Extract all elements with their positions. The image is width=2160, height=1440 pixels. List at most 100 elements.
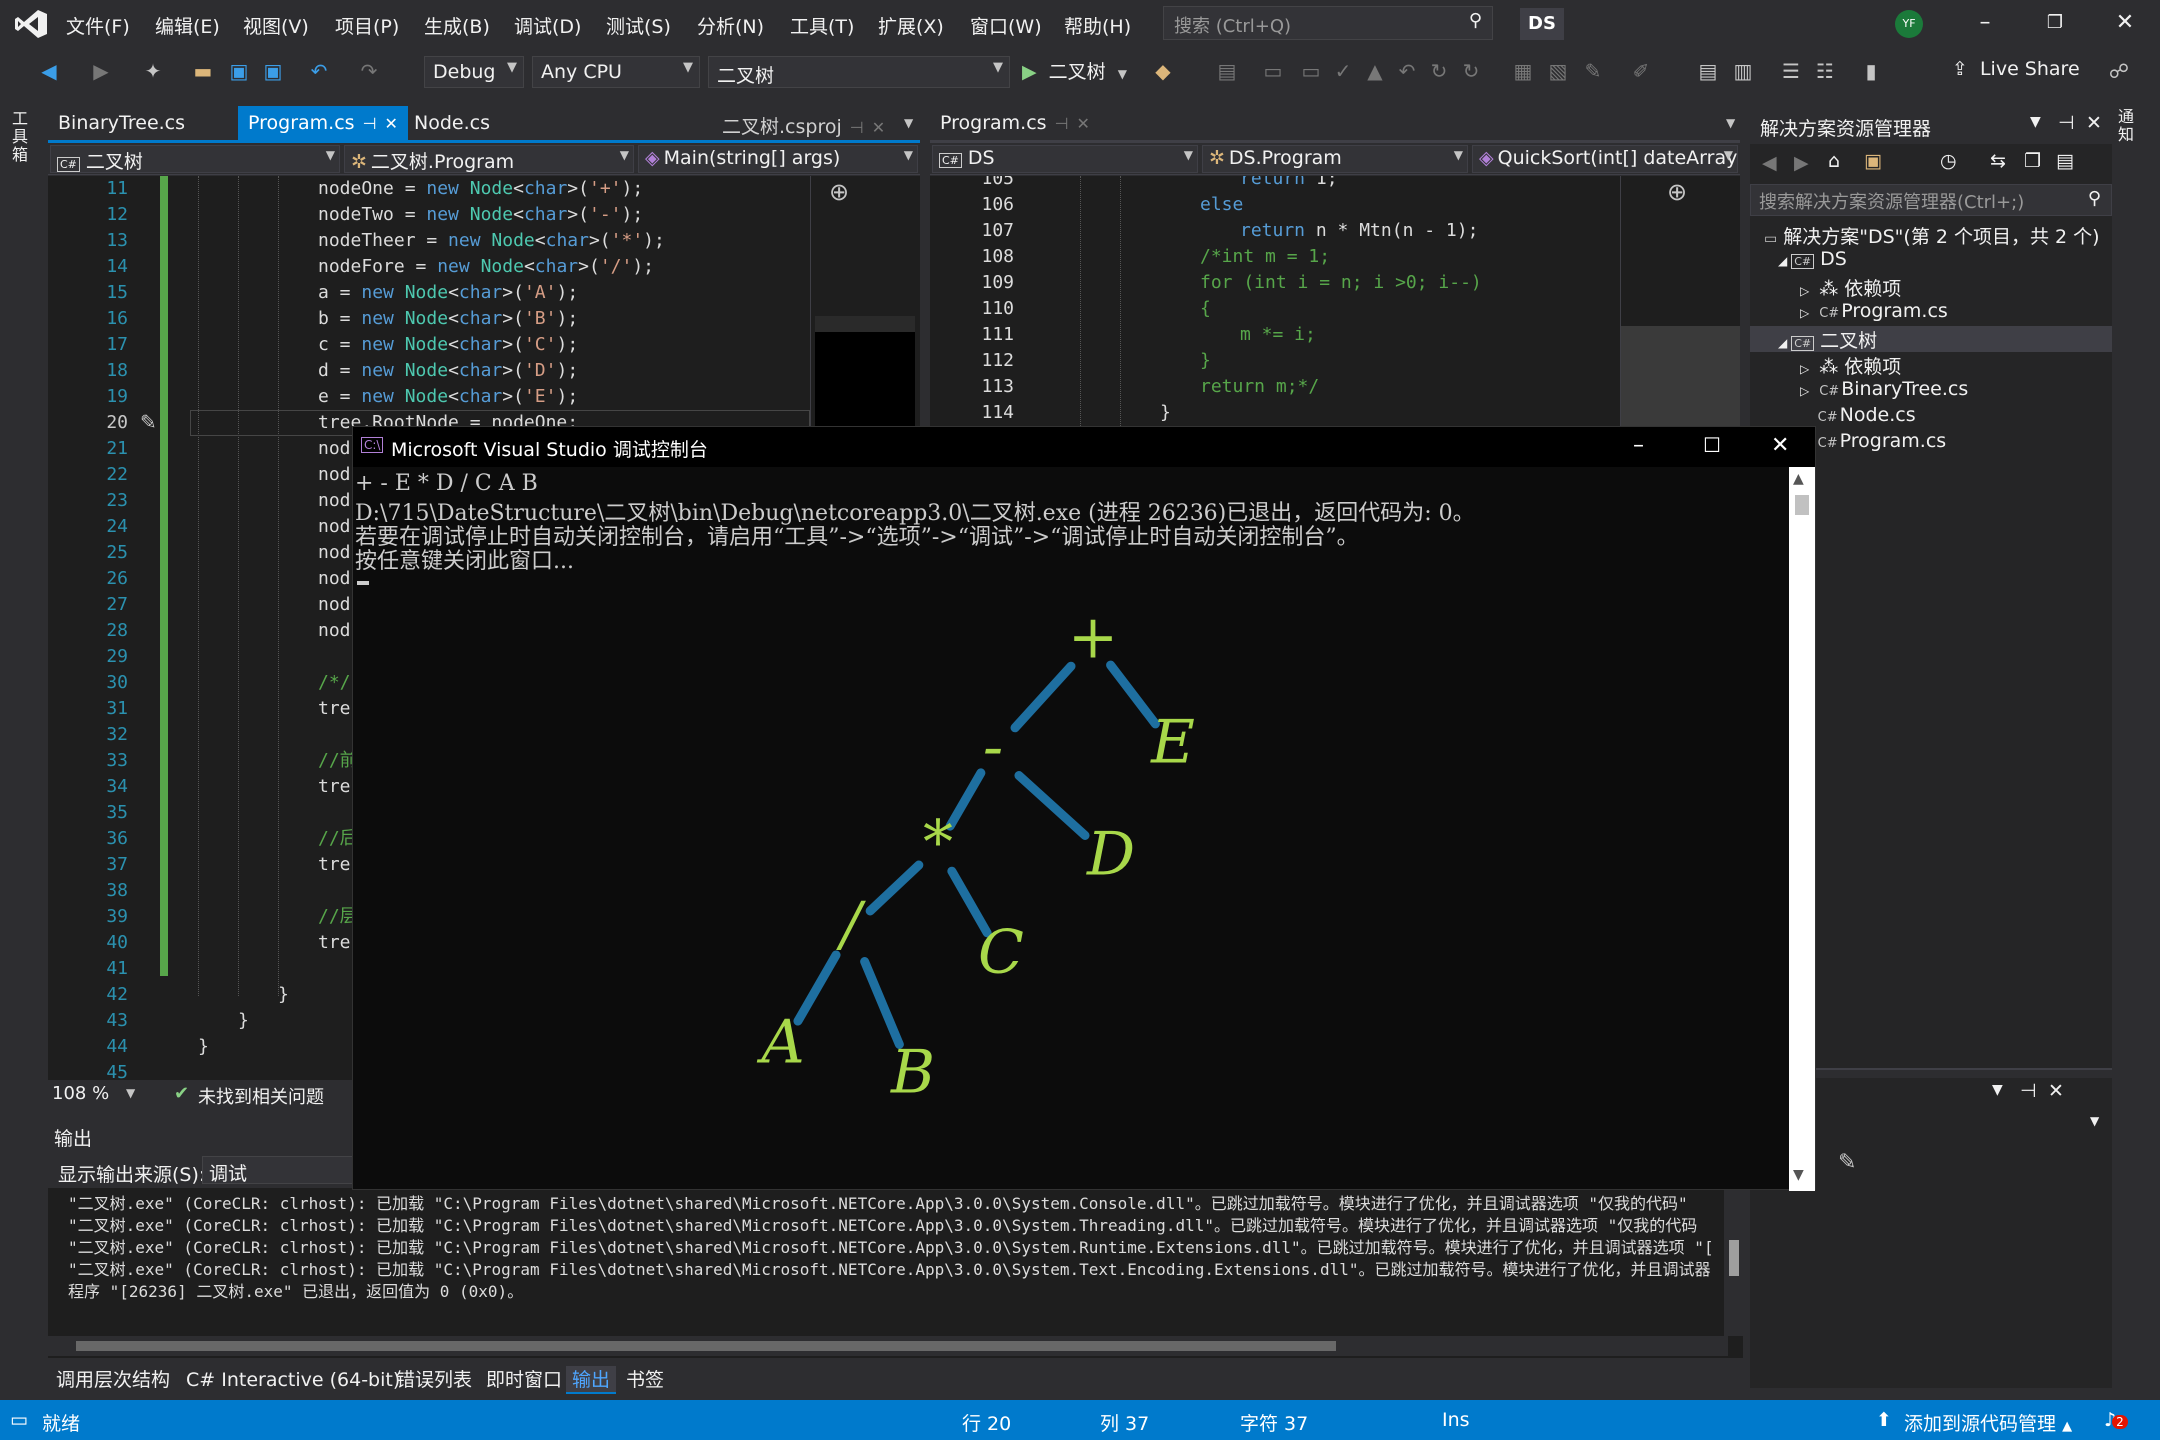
right-code-area[interactable]: return 1; else return n * Mtn(n - 1); /*int… bbox=[930, 176, 1620, 426]
save-all-icon[interactable]: ▣ bbox=[260, 58, 286, 84]
solution-node[interactable]: ▭ 解决方案"DS"(第 2 个项目，共 2 个) bbox=[1764, 222, 2100, 248]
tab-csproj[interactable]: 二叉树.csproj ⊣ ✕ bbox=[712, 106, 895, 142]
toolbar-icon-9[interactable]: ▦ bbox=[1510, 58, 1536, 84]
quick-action-icon[interactable]: ✎ bbox=[140, 410, 157, 434]
se-forward-icon[interactable]: ▶ bbox=[1794, 152, 1809, 174]
menu-item-3[interactable]: 项目(P) bbox=[335, 12, 399, 39]
attach-icon[interactable]: ◆ bbox=[1150, 58, 1176, 84]
menu-item-11[interactable]: 帮助(H) bbox=[1064, 12, 1131, 39]
run-button[interactable]: ▶ 二叉树 ▼ bbox=[1022, 56, 1127, 88]
sync-icon[interactable]: ⇆ bbox=[1990, 150, 2006, 172]
panel-menu-icon[interactable]: ▼ bbox=[2030, 114, 2041, 130]
menu-item-6[interactable]: 测试(S) bbox=[606, 12, 671, 39]
toolbar-icon-5[interactable]: ▲ bbox=[1362, 58, 1388, 84]
wrench-icon[interactable]: ✎ bbox=[1580, 58, 1606, 84]
solution-tree-item[interactable]: C# Program.cs bbox=[1800, 430, 1947, 456]
open-folder-icon[interactable]: ▬ bbox=[190, 58, 216, 84]
switch-views-icon[interactable]: ▣ bbox=[1864, 150, 1882, 172]
collapsed-icon[interactable]: ▷ bbox=[1800, 284, 1809, 298]
bottom-tab[interactable]: 输出 bbox=[566, 1366, 617, 1394]
panel-pin-icon[interactable]: ⊣ bbox=[2058, 112, 2075, 134]
zoom-dropdown-icon[interactable]: ▼ bbox=[126, 1086, 135, 1100]
feedback-icon[interactable]: ☍ bbox=[2106, 58, 2132, 84]
menu-item-1[interactable]: 编辑(E) bbox=[155, 12, 220, 39]
collapsed-icon[interactable] bbox=[1800, 410, 1808, 424]
toolbox-tab[interactable]: 工具箱 bbox=[12, 110, 32, 164]
redo-icon[interactable]: ↷ bbox=[356, 58, 382, 84]
tab-program-ds[interactable]: Program.cs ⊣ ✕ bbox=[930, 106, 1100, 142]
toolbar-icon-7[interactable]: ↻ bbox=[1426, 58, 1452, 84]
toolbar-icon-2[interactable]: ▭ bbox=[1260, 58, 1286, 84]
menu-item-2[interactable]: 视图(V) bbox=[243, 12, 309, 39]
property-pages-icon[interactable]: ✎ bbox=[1838, 1150, 1856, 1175]
restore-button[interactable]: ❐ bbox=[2035, 8, 2075, 38]
right-code-editor[interactable]: 105 106 107 108 109 110 111 112 113 114 return 1;… bbox=[930, 176, 1740, 426]
solution-tree-item[interactable]: ▷ ⁂ 依赖项 bbox=[1800, 352, 1901, 378]
right-code-minimap[interactable]: ⊕ bbox=[1620, 176, 1740, 426]
search-input[interactable]: 搜索 (Ctrl+Q) ⚲ bbox=[1163, 6, 1493, 40]
se-back-icon[interactable]: ◀ bbox=[1762, 152, 1777, 174]
output-hscrollbar[interactable] bbox=[48, 1336, 1728, 1356]
bottom-tab[interactable]: 错误列表 bbox=[390, 1366, 478, 1394]
debug-console-window[interactable]: C:\ Microsoft Visual Studio 调试控制台 – ☐ ✕ … bbox=[352, 426, 1816, 1191]
pending-changes-icon[interactable]: ◷ bbox=[1940, 150, 1957, 172]
toolbar-icon-8[interactable]: ↻ bbox=[1458, 58, 1484, 84]
bottom-tab[interactable]: 调用层次结构 bbox=[50, 1366, 176, 1394]
toolbar-icon-1[interactable]: ▤ bbox=[1214, 58, 1240, 84]
right-project-nav-combo[interactable]: C# DS ▼ bbox=[932, 145, 1198, 173]
toolbar-icon-10[interactable]: ▧ bbox=[1545, 58, 1571, 84]
panel-close-icon[interactable]: ✕ bbox=[2086, 112, 2102, 134]
tab-list-dropdown-icon[interactable]: ▼ bbox=[904, 116, 913, 130]
solution-tree-item[interactable]: ◢ C# 二叉树 bbox=[1750, 326, 2112, 352]
solution-tree-item[interactable]: ▷ C# Program.cs bbox=[1800, 300, 1948, 326]
console-scrollbar[interactable]: ▲ ▼ bbox=[1789, 467, 1815, 1191]
menu-item-8[interactable]: 工具(T) bbox=[790, 12, 854, 39]
notifications-icon[interactable]: ♪2 bbox=[2104, 1409, 2128, 1431]
notifications-tab[interactable]: 通知 bbox=[2118, 108, 2142, 144]
tab-node[interactable]: Node.cs bbox=[404, 106, 500, 142]
undo-icon[interactable]: ↶ bbox=[306, 58, 332, 84]
tab-program-active[interactable]: Program.cs ⊣ ✕ bbox=[238, 106, 408, 142]
bottom-tab[interactable]: 书签 bbox=[620, 1366, 670, 1394]
add-source-control-button[interactable]: 添加到源代码管理 ▲ bbox=[1904, 1409, 2072, 1436]
collapsed-icon[interactable]: ▷ bbox=[1800, 306, 1809, 320]
issues-label[interactable]: 未找到相关问题 bbox=[198, 1083, 324, 1109]
toolbar-icon-6[interactable]: ↶ bbox=[1394, 58, 1420, 84]
menu-item-9[interactable]: 扩展(X) bbox=[878, 12, 944, 39]
new-project-icon[interactable]: ✦ bbox=[140, 58, 166, 84]
props-dropdown-icon[interactable]: ▼ bbox=[2090, 1114, 2099, 1128]
output-vscrollbar[interactable] bbox=[1724, 1188, 1744, 1336]
menu-item-7[interactable]: 分析(N) bbox=[697, 12, 764, 39]
member-nav-combo[interactable]: ◈ Main(string[] args) ▼ bbox=[638, 145, 918, 173]
right-member-nav-combo[interactable]: ◈ QuickSort(int[] dateArray ▼ bbox=[1472, 145, 1738, 173]
show-all-files-icon[interactable]: ▤ bbox=[2056, 150, 2074, 172]
right-tab-list-dropdown-icon[interactable]: ▼ bbox=[1726, 116, 1735, 130]
comment-icon[interactable]: ☰ bbox=[1778, 58, 1804, 84]
menu-item-4[interactable]: 生成(B) bbox=[424, 12, 490, 39]
menu-item-0[interactable]: 文件(F) bbox=[66, 12, 130, 39]
project-nav-combo[interactable]: C# 二叉树 ▼ bbox=[50, 145, 340, 173]
menu-item-5[interactable]: 调试(D) bbox=[514, 12, 581, 39]
startup-project-select[interactable]: 二叉树 ▼ bbox=[708, 56, 1010, 88]
solution-tree-item[interactable]: C# Node.cs bbox=[1800, 404, 1916, 430]
expand-icon[interactable]: ◢ bbox=[1778, 254, 1787, 268]
bookmark-icon[interactable]: ▮ bbox=[1858, 58, 1884, 84]
menu-item-10[interactable]: 窗口(W) bbox=[970, 12, 1042, 39]
solution-tree-item[interactable]: ◢ C# DS bbox=[1778, 248, 1847, 274]
minimize-button[interactable]: – bbox=[1965, 8, 2005, 38]
pin-icon[interactable]: ⊣ bbox=[363, 114, 377, 133]
props-close-icon[interactable]: ✕ bbox=[2048, 1080, 2064, 1102]
toolbar-icon-3[interactable]: ▭ bbox=[1298, 58, 1324, 84]
config-select[interactable]: Debug ▼ bbox=[424, 56, 524, 88]
close-tab-icon[interactable]: ✕ bbox=[385, 114, 398, 133]
back-icon[interactable]: ◀ bbox=[36, 58, 62, 84]
toolbar-icon-4[interactable]: ✓ bbox=[1330, 58, 1356, 84]
home-icon[interactable]: ⌂ bbox=[1828, 150, 1840, 172]
forward-icon[interactable]: ▶ bbox=[88, 58, 114, 84]
zoom-level[interactable]: 108 % bbox=[52, 1083, 109, 1104]
save-icon[interactable]: ▣ bbox=[226, 58, 252, 84]
expand-icon[interactable]: ◢ bbox=[1778, 336, 1787, 350]
avatar[interactable]: YF bbox=[1895, 10, 1923, 38]
solution-tree-item[interactable]: ▷ C# BinaryTree.cs bbox=[1800, 378, 1968, 404]
solution-search-input[interactable]: 搜索解决方案资源管理器(Ctrl+;) ⚲ bbox=[1750, 184, 2112, 216]
